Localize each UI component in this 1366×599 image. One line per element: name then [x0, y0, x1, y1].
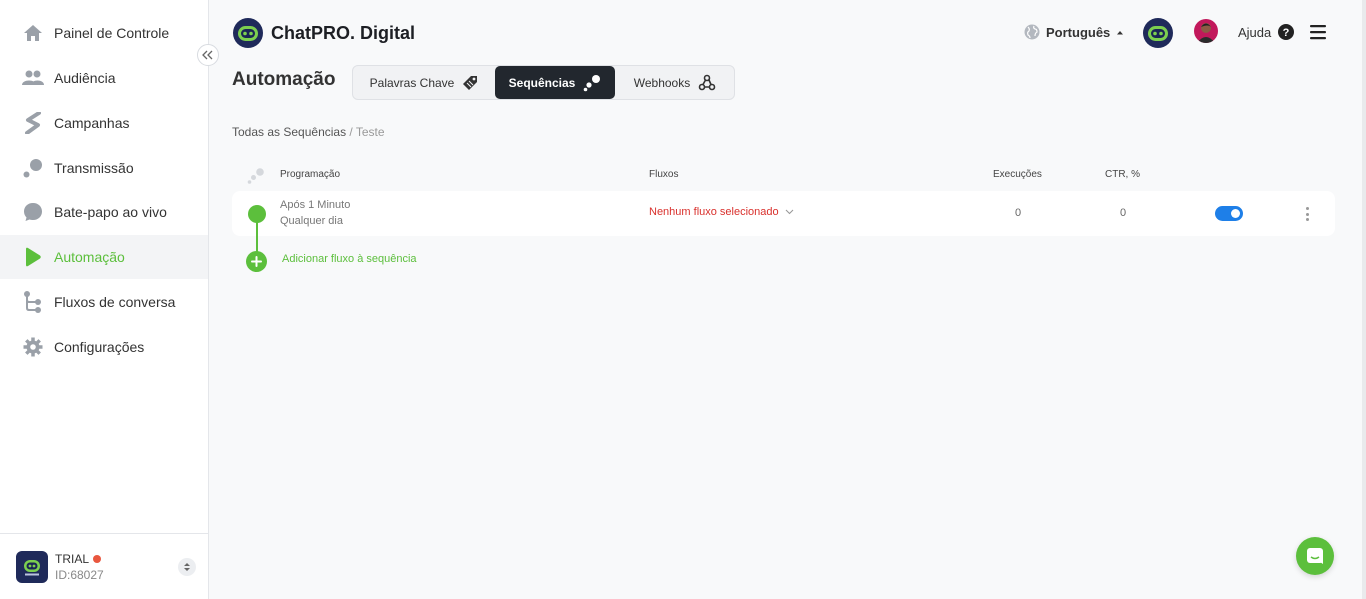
sequence-header-icon: [247, 168, 264, 184]
tab-label: Sequências: [508, 75, 576, 90]
account-id: ID:68027: [55, 567, 104, 582]
breadcrumb: Todas as Sequências / Teste: [232, 125, 385, 139]
double-chevron-left-icon: [202, 50, 213, 60]
sidebar-item-campanhas[interactable]: Campanhas: [0, 101, 208, 145]
status-dot: [93, 554, 102, 563]
ctr-value: 0: [1120, 207, 1127, 219]
timeline-dot: [248, 205, 266, 223]
sidebar-item-label: Audiência: [54, 70, 116, 86]
more-options-icon[interactable]: [1302, 205, 1312, 223]
add-flow-button[interactable]: [246, 251, 267, 272]
flow-icon: [22, 291, 44, 313]
sidebar-item-bate-papo[interactable]: Bate-papo ao vivo: [0, 190, 208, 234]
broadcast-icon: [22, 157, 44, 179]
brand-name: ChatPRO. Digital: [271, 22, 416, 43]
sidebar-item-audiencia[interactable]: Audiência: [0, 56, 208, 100]
tag-icon: [462, 75, 478, 91]
help-label: Ajuda: [1238, 24, 1272, 40]
menu-icon[interactable]: [1310, 24, 1326, 40]
sidebar-item-label: Painel de Controle: [54, 25, 170, 41]
webhook-icon: [698, 74, 716, 92]
gear-icon: [22, 336, 44, 358]
people-icon: [22, 67, 44, 89]
language-label: Português: [1046, 24, 1111, 40]
account-switcher[interactable]: TRIAL ID:68027: [0, 533, 208, 599]
svg-text:?: ?: [1283, 27, 1290, 39]
sequence-toggle[interactable]: [1215, 206, 1243, 221]
account-name: TRIAL: [55, 551, 90, 566]
collapse-sidebar-button[interactable]: [197, 44, 219, 66]
bot-logo-icon: [233, 18, 263, 48]
plus-icon: [251, 256, 262, 267]
account-avatar: [16, 550, 48, 583]
sequence-icon: [583, 74, 601, 92]
sidebar-item-label: Bate-papo ao vivo: [54, 204, 167, 220]
breadcrumb-separator: /: [346, 125, 356, 139]
sidebar-item-label: Automação: [54, 249, 125, 265]
breadcrumb-current: Teste: [355, 125, 385, 139]
tab-sequencias[interactable]: Sequências: [495, 66, 615, 99]
sidebar: Painel de Controle Audiência Campanhas T…: [0, 0, 209, 599]
tab-label: Webhooks: [633, 75, 691, 90]
sidebar-item-configuracoes[interactable]: Configurações: [0, 325, 208, 369]
breadcrumb-root[interactable]: Todas as Sequências: [232, 125, 346, 139]
sidebar-item-label: Campanhas: [54, 115, 130, 131]
sidebar-item-fluxos[interactable]: Fluxos de conversa: [0, 280, 208, 324]
sidebar-item-automacao[interactable]: Automação: [0, 235, 208, 279]
sort-icon[interactable]: [178, 558, 196, 576]
question-icon: ?: [1278, 24, 1295, 40]
column-header-ctr: CTR, %: [1105, 169, 1140, 180]
sidebar-item-label: Transmissão: [54, 160, 134, 176]
column-header-flows: Fluxos: [649, 169, 679, 180]
brand[interactable]: ChatPRO. Digital: [232, 17, 415, 49]
language-selector[interactable]: Português: [1024, 24, 1124, 40]
add-flow-label[interactable]: Adicionar fluxo à sequência: [282, 253, 417, 265]
globe-icon: [1024, 24, 1040, 40]
campaign-icon: [22, 112, 44, 134]
support-chat-button[interactable]: [1296, 537, 1334, 575]
scrollbar[interactable]: [1362, 0, 1366, 599]
sidebar-item-label: Fluxos de conversa: [54, 294, 176, 310]
sidebar-item-painel[interactable]: Painel de Controle: [0, 11, 208, 55]
bot-avatar-icon[interactable]: [1142, 17, 1174, 49]
caret-up-icon: [1117, 30, 1124, 34]
column-header-executions: Execuções: [993, 169, 1042, 180]
schedule-day[interactable]: Qualquer dia: [280, 215, 343, 227]
tab-label: Palavras Chave: [369, 75, 455, 90]
chevron-down-icon: [785, 209, 794, 215]
flow-dropdown[interactable]: Nenhum fluxo selecionado: [649, 206, 794, 218]
flow-dropdown-label: Nenhum fluxo selecionado: [649, 206, 779, 218]
tab-webhooks[interactable]: Webhooks: [615, 66, 735, 99]
tab-palavras-chave[interactable]: Palavras Chave: [353, 66, 495, 99]
tab-bar: Palavras Chave Sequências Webhooks: [352, 65, 735, 100]
toggle-knob: [1231, 209, 1240, 218]
executions-value: 0: [1015, 207, 1022, 219]
schedule-delay[interactable]: Após 1 Minuto: [280, 199, 350, 211]
message-icon: [1307, 548, 1323, 564]
page-title: Automação: [232, 69, 336, 90]
help-button[interactable]: Ajuda ?: [1238, 24, 1295, 40]
play-icon: [22, 246, 44, 268]
home-icon: [22, 22, 44, 44]
sidebar-item-label: Configurações: [54, 339, 145, 355]
user-avatar[interactable]: [1194, 19, 1218, 43]
chat-icon: [22, 201, 44, 223]
sidebar-item-transmissao[interactable]: Transmissão: [0, 146, 208, 190]
column-header-schedule: Programação: [280, 169, 341, 180]
